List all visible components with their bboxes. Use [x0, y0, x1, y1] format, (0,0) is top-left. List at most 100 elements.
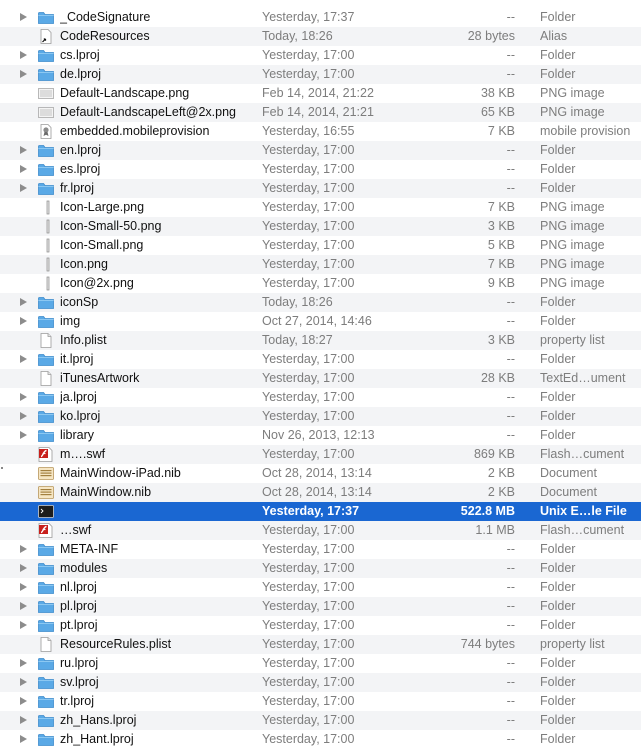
file-date-modified: Yesterday, 17:00	[262, 656, 355, 670]
folder-icon	[38, 143, 54, 158]
file-size: 7 KB	[487, 257, 515, 271]
file-kind: PNG image	[540, 200, 605, 214]
file-name: Icon.png	[60, 257, 108, 271]
file-kind: PNG image	[540, 276, 605, 290]
flash-file-icon	[38, 523, 54, 538]
file-row[interactable]: Default-Landscape.png Feb 14, 2014, 21:22…	[0, 84, 641, 103]
file-row[interactable]: Icon-Large.png Yesterday, 17:00 7 KB PNG im…	[0, 198, 641, 217]
file-kind: Folder	[540, 48, 576, 62]
document-icon	[38, 333, 54, 348]
disclosure-triangle-icon[interactable]	[20, 735, 27, 743]
disclosure-triangle-icon[interactable]	[20, 602, 27, 610]
folder-icon	[38, 542, 54, 557]
disclosure-triangle-icon[interactable]	[20, 51, 27, 59]
file-row[interactable]: pl.lproj Yesterday, 17:00 -- Folder	[0, 597, 641, 616]
disclosure-triangle-icon[interactable]	[20, 678, 27, 686]
disclosure-triangle-icon[interactable]	[20, 393, 27, 401]
file-row[interactable]: iconSp Today, 18:26 -- Folder	[0, 293, 641, 312]
disclosure-triangle-icon[interactable]	[20, 545, 27, 553]
disclosure-triangle-icon[interactable]	[20, 298, 27, 306]
certificate-file-icon	[38, 124, 54, 139]
file-date-modified: Today, 18:26	[262, 295, 333, 309]
file-row[interactable]: _CodeSignature Yesterday, 17:37 -- Folder	[0, 8, 641, 27]
file-size: 3 KB	[487, 219, 515, 233]
disclosure-triangle-icon[interactable]	[20, 70, 27, 78]
disclosure-triangle-icon[interactable]	[20, 355, 27, 363]
disclosure-triangle-icon[interactable]	[20, 716, 27, 724]
disclosure-triangle-icon[interactable]	[20, 564, 27, 572]
file-row[interactable]: Icon@2x.png Yesterday, 17:00 9 KB PNG image	[0, 274, 641, 293]
disclosure-triangle-icon[interactable]	[20, 146, 27, 154]
file-size: --	[506, 162, 515, 176]
disclosure-triangle-icon[interactable]	[20, 13, 27, 21]
file-row-selected[interactable]: Yesterday, 17:37 522.8 MB Unix E…le File	[0, 502, 641, 521]
file-row[interactable]: ko.lproj Yesterday, 17:00 -- Folder	[0, 407, 641, 426]
file-row[interactable]: de.lproj Yesterday, 17:00 -- Folder	[0, 65, 641, 84]
disclosure-triangle-icon[interactable]	[20, 659, 27, 667]
file-name: MainWindow-iPad.nib	[60, 466, 181, 480]
file-row[interactable]: Icon-Small-50.png Yesterday, 17:00 3 KB PNG…	[0, 217, 641, 236]
file-kind: Folder	[540, 409, 576, 423]
file-row[interactable]: Info.plist Today, 18:27 3 KB property list	[0, 331, 641, 350]
disclosure-triangle-icon[interactable]	[20, 184, 27, 192]
file-row[interactable]: Icon.png Yesterday, 17:00 7 KB PNG image	[0, 255, 641, 274]
file-row[interactable]: MainWindow.nib Oct 28, 2014, 13:14 2 KB Doc…	[0, 483, 641, 502]
file-date-modified: Today, 18:27	[262, 333, 333, 347]
file-row[interactable]: zh_Hant.lproj Yesterday, 17:00 -- Folder	[0, 730, 641, 749]
file-date-modified: Yesterday, 17:00	[262, 580, 355, 594]
flash-file-icon	[38, 447, 54, 462]
nib-file-icon	[38, 485, 54, 500]
file-row[interactable]: library Nov 26, 2013, 12:13 -- Folder	[0, 426, 641, 445]
file-row[interactable]: ru.lproj Yesterday, 17:00 -- Folder	[0, 654, 641, 673]
file-size: --	[506, 713, 515, 727]
file-row[interactable]: Default-LandscapeLeft@2x.png Feb 14, 2014…	[0, 103, 641, 122]
file-size: --	[506, 409, 515, 423]
file-date-modified: Yesterday, 17:00	[262, 637, 355, 651]
file-list[interactable]: _CodeSignature Yesterday, 17:37 -- Folder Co…	[0, 8, 641, 749]
file-row[interactable]: it.lproj Yesterday, 17:00 -- Folder	[0, 350, 641, 369]
file-row[interactable]: cs.lproj Yesterday, 17:00 -- Folder	[0, 46, 641, 65]
file-row[interactable]: pt.lproj Yesterday, 17:00 -- Folder	[0, 616, 641, 635]
file-size: --	[506, 675, 515, 689]
disclosure-triangle-icon[interactable]	[20, 621, 27, 629]
file-row[interactable]: embedded.mobileprovision Yesterday, 16:55…	[0, 122, 641, 141]
file-row[interactable]: Icon-Small.png Yesterday, 17:00 5 KB PNG im…	[0, 236, 641, 255]
disclosure-triangle-icon[interactable]	[20, 165, 27, 173]
file-row[interactable]: ja.lproj Yesterday, 17:00 -- Folder	[0, 388, 641, 407]
file-kind: Folder	[540, 295, 576, 309]
file-row[interactable]: iTunesArtwork Yesterday, 17:00 28 KB TextEd…	[0, 369, 641, 388]
file-row[interactable]: META-INF Yesterday, 17:00 -- Folder	[0, 540, 641, 559]
file-size: 38 KB	[480, 86, 515, 100]
file-size: --	[506, 390, 515, 404]
disclosure-triangle-icon[interactable]	[20, 317, 27, 325]
file-row[interactable]: en.lproj Yesterday, 17:00 -- Folder	[0, 141, 641, 160]
document-icon	[38, 371, 54, 386]
file-name: img	[60, 314, 81, 328]
file-kind: Folder	[540, 181, 576, 195]
disclosure-triangle-icon[interactable]	[20, 583, 27, 591]
file-row[interactable]: es.lproj Yesterday, 17:00 -- Folder	[0, 160, 641, 179]
file-row[interactable]: MainWindow-iPad.nib Oct 28, 2014, 13:14 2 …	[0, 464, 641, 483]
file-size: --	[506, 618, 515, 632]
file-date-modified: Yesterday, 17:00	[262, 618, 355, 632]
file-date-modified: Yesterday, 17:00	[262, 599, 355, 613]
file-row[interactable]: …swf Yesterday, 17:00 1.1 MB Flash…cument	[0, 521, 641, 540]
file-row[interactable]: sv.lproj Yesterday, 17:00 -- Folder	[0, 673, 641, 692]
disclosure-triangle-icon[interactable]	[20, 431, 27, 439]
file-row[interactable]: fr.lproj Yesterday, 17:00 -- Folder	[0, 179, 641, 198]
disclosure-triangle-icon[interactable]	[20, 697, 27, 705]
file-kind: Document	[540, 466, 597, 480]
file-row[interactable]: modules Yesterday, 17:00 -- Folder	[0, 559, 641, 578]
terminal-exec-icon	[38, 504, 54, 519]
file-row[interactable]: CodeResources Today, 18:26 28 bytes Alias	[0, 27, 641, 46]
file-kind: Folder	[540, 390, 576, 404]
file-name: nl.lproj	[60, 580, 97, 594]
file-name: zh_Hant.lproj	[60, 732, 134, 746]
file-row[interactable]: zh_Hans.lproj Yesterday, 17:00 -- Folder	[0, 711, 641, 730]
file-row[interactable]: nl.lproj Yesterday, 17:00 -- Folder	[0, 578, 641, 597]
file-row[interactable]: m….swf Yesterday, 17:00 869 KB Flash…cument	[0, 445, 641, 464]
disclosure-triangle-icon[interactable]	[20, 412, 27, 420]
file-row[interactable]: tr.lproj Yesterday, 17:00 -- Folder	[0, 692, 641, 711]
file-row[interactable]: ResourceRules.plist Yesterday, 17:00 744 b…	[0, 635, 641, 654]
file-row[interactable]: img Oct 27, 2014, 14:46 -- Folder	[0, 312, 641, 331]
